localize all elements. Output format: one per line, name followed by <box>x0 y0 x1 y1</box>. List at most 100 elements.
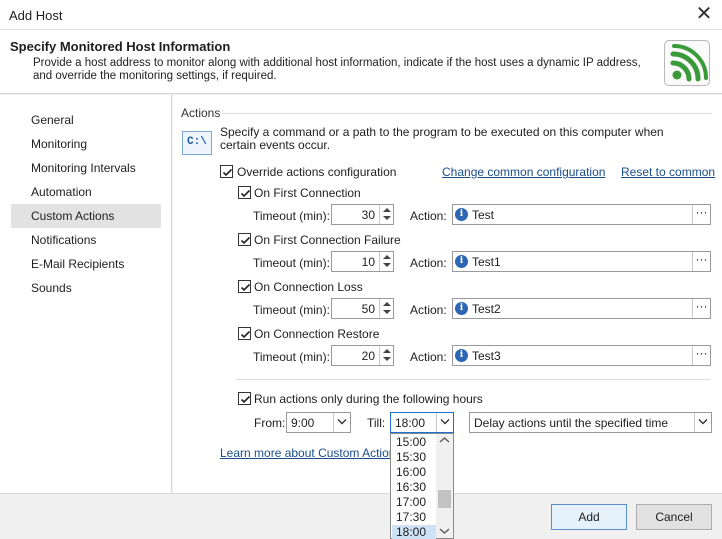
timeout-value[interactable]: 30 <box>362 208 375 222</box>
timeout-spinner[interactable]: 10 <box>331 251 394 272</box>
timeout-value[interactable]: 10 <box>362 255 375 269</box>
action-field[interactable]: i Test2 ··· <box>452 298 711 319</box>
command-prompt-icon-text: C:\ <box>187 136 207 148</box>
dropdown-option[interactable]: 16:00 <box>392 465 436 480</box>
spinner-arrows-icon[interactable] <box>379 299 393 318</box>
nav-item-custom-actions[interactable]: Custom Actions <box>11 204 161 228</box>
action-value[interactable]: Test3 <box>472 349 501 363</box>
close-button[interactable]: ✕ <box>686 0 722 30</box>
header-description: Provide a host address to monitor along … <box>33 57 641 82</box>
chevron-down-icon[interactable] <box>694 413 711 432</box>
timeout-spinner[interactable]: 20 <box>331 345 394 366</box>
timeout-label: Timeout (min): <box>253 303 330 317</box>
actions-description: Specify a command or a path to the progr… <box>220 125 664 152</box>
info-icon: i <box>455 302 468 315</box>
on-first-connection-failure-checkbox[interactable] <box>238 233 251 246</box>
till-time-select[interactable]: 18:00 <box>390 412 454 433</box>
on-connection-loss-label: On Connection Loss <box>254 280 363 294</box>
actions-group-label: Actions <box>181 106 221 120</box>
override-actions-checkbox[interactable] <box>220 165 233 178</box>
dropdown-option[interactable]: 16:30 <box>392 480 436 495</box>
nav-item-notifications[interactable]: Notifications <box>11 228 161 252</box>
checkmark-icon <box>240 283 251 292</box>
action-field[interactable]: i Test1 ··· <box>452 251 711 272</box>
nav-item-monitoring-intervals[interactable]: Monitoring Intervals <box>11 156 161 180</box>
nav-item-email-recipients[interactable]: E-Mail Recipients <box>11 252 161 276</box>
spinner-arrows-icon[interactable] <box>379 346 393 365</box>
override-actions-label: Override actions configuration <box>237 165 397 179</box>
action-label: Action: <box>410 303 447 317</box>
on-first-connection-failure-label: On First Connection Failure <box>254 233 401 247</box>
spinner-arrows-icon[interactable] <box>379 205 393 224</box>
till-label: Till: <box>367 416 386 430</box>
run-during-hours-checkbox[interactable] <box>238 392 251 405</box>
delay-mode-select[interactable]: Delay actions until the specified time <box>469 412 712 433</box>
section-divider <box>236 379 710 380</box>
checkmark-icon <box>240 330 251 339</box>
action-value[interactable]: Test1 <box>472 255 501 269</box>
action-label: Action: <box>410 256 447 270</box>
nav-item-automation[interactable]: Automation <box>11 180 161 204</box>
learn-more-link[interactable]: Learn more about Custom Actions <box>220 446 401 460</box>
timeout-value[interactable]: 20 <box>362 349 375 363</box>
checkmark-icon <box>240 189 251 198</box>
dialog-button-bar: Add Cancel <box>0 493 722 539</box>
timeout-label: Timeout (min): <box>253 350 330 364</box>
chevron-down-icon[interactable] <box>436 413 453 432</box>
action-field[interactable]: i Test3 ··· <box>452 345 711 366</box>
from-time-select[interactable]: 9:00 <box>286 412 351 433</box>
action-field[interactable]: i Test ··· <box>452 204 711 225</box>
add-button[interactable]: Add <box>551 504 627 530</box>
till-time-dropdown[interactable]: 15:00 15:30 16:00 16:30 17:00 17:30 18:0… <box>390 433 454 539</box>
change-common-configuration-link[interactable]: Change common configuration <box>442 165 605 179</box>
timeout-spinner[interactable]: 30 <box>331 204 394 225</box>
info-icon: i <box>455 349 468 362</box>
dropdown-option[interactable]: 17:00 <box>392 495 436 510</box>
browse-button[interactable]: ··· <box>692 205 710 224</box>
checkmark-icon <box>222 168 233 177</box>
on-connection-restore-checkbox[interactable] <box>238 327 251 340</box>
title-bar: Add Host ✕ <box>0 0 722 30</box>
spinner-arrows-icon[interactable] <box>379 252 393 271</box>
dropdown-option-selected[interactable]: 18:00 <box>392 525 436 539</box>
settings-nav: General Monitoring Monitoring Intervals … <box>0 95 172 493</box>
reset-to-common-link[interactable]: Reset to common <box>621 165 715 179</box>
action-label: Action: <box>410 209 447 223</box>
action-value[interactable]: Test2 <box>472 302 501 316</box>
info-icon: i <box>455 255 468 268</box>
browse-button[interactable]: ··· <box>692 252 710 271</box>
timeout-label: Timeout (min): <box>253 256 330 270</box>
window-title: Add Host <box>9 8 63 23</box>
from-time-value[interactable]: 9:00 <box>291 416 314 430</box>
action-value[interactable]: Test <box>472 208 494 222</box>
timeout-label: Timeout (min): <box>253 209 330 223</box>
browse-button[interactable]: ··· <box>692 299 710 318</box>
close-icon[interactable]: ✕ <box>696 3 713 25</box>
on-first-connection-label: On First Connection <box>254 186 361 200</box>
cancel-button[interactable]: Cancel <box>636 504 712 530</box>
dropdown-option[interactable]: 15:00 <box>392 435 436 450</box>
timeout-spinner[interactable]: 50 <box>331 298 394 319</box>
delay-mode-value[interactable]: Delay actions until the specified time <box>474 416 668 430</box>
run-during-hours-label: Run actions only during the following ho… <box>254 392 483 406</box>
browse-button[interactable]: ··· <box>692 346 710 365</box>
command-prompt-icon: C:\ <box>182 131 212 155</box>
timeout-value[interactable]: 50 <box>362 302 375 316</box>
till-time-value[interactable]: 18:00 <box>395 416 425 430</box>
info-icon: i <box>455 208 468 221</box>
dropdown-option[interactable]: 17:30 <box>392 510 436 525</box>
dropdown-scrollbar[interactable] <box>436 434 453 538</box>
from-label: From: <box>254 416 286 430</box>
nav-item-monitoring[interactable]: Monitoring <box>11 132 161 156</box>
wifi-signal-icon <box>664 40 710 86</box>
chevron-down-icon[interactable] <box>333 413 350 432</box>
dialog-header: Specify Monitored Host Information Provi… <box>0 30 722 94</box>
group-divider <box>222 113 712 114</box>
nav-item-general[interactable]: General <box>11 108 161 132</box>
nav-item-sounds[interactable]: Sounds <box>11 276 161 300</box>
on-connection-restore-label: On Connection Restore <box>254 327 380 341</box>
action-label: Action: <box>410 350 447 364</box>
dropdown-option[interactable]: 15:30 <box>392 450 436 465</box>
on-connection-loss-checkbox[interactable] <box>238 280 251 293</box>
on-first-connection-checkbox[interactable] <box>238 186 251 199</box>
